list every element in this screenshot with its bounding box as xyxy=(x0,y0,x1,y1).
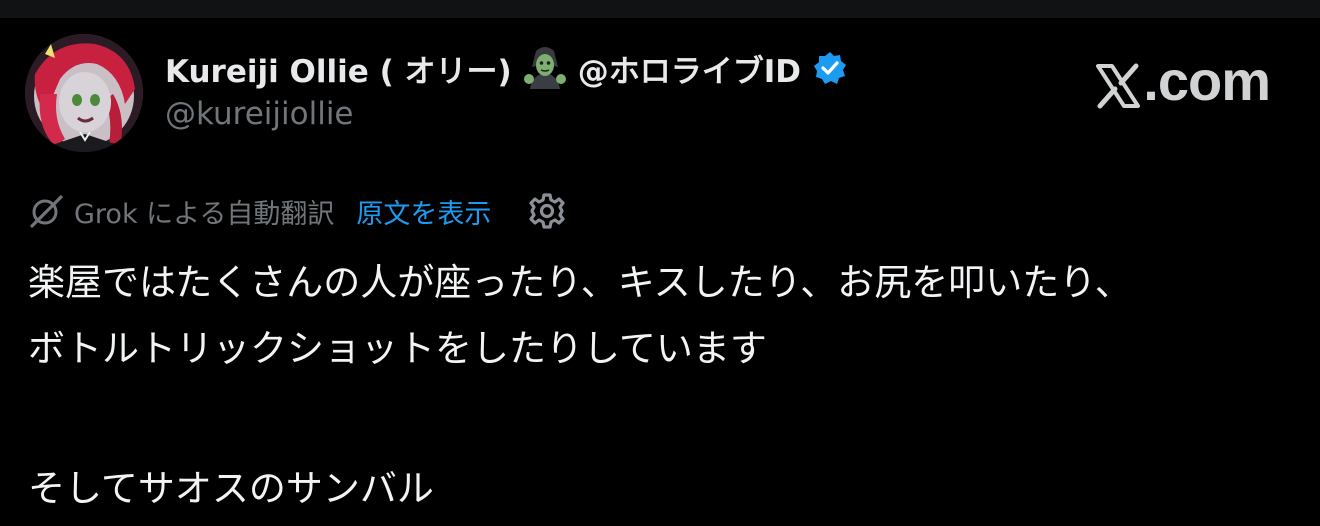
x-logo-icon xyxy=(1095,57,1141,109)
author-handle[interactable]: @kureijiollie xyxy=(165,96,354,132)
author-name-row[interactable]: Kureiji Ollie ( オリー) @ホロライブID xyxy=(165,44,847,92)
top-bar xyxy=(0,0,1320,18)
tweet-line: ボトルトリックショットをしたりしています xyxy=(28,327,767,370)
translation-label: Grok による自動翻訳 xyxy=(74,198,335,230)
tweet-line: そしてサオスのサンバル xyxy=(28,467,434,510)
gear-icon[interactable] xyxy=(527,191,567,231)
site-logo: .com xyxy=(1095,48,1271,112)
translation-bar: Grok による自動翻訳 原文を表示 xyxy=(28,190,567,232)
site-logo-text: .com xyxy=(1143,48,1271,112)
tweet-text: 楽屋ではたくさんの人が座ったり、キスしたり、お尻を叩いたり、 ボトルトリックショ… xyxy=(28,250,1298,522)
author-affiliation[interactable]: @ホロライブID xyxy=(578,46,801,91)
verified-badge-icon xyxy=(813,51,847,85)
grok-icon xyxy=(28,193,64,229)
tweet-line: 楽屋ではたくさんの人が座ったり、キスしたり、お尻を叩いたり、 xyxy=(28,261,1132,304)
show-original-link[interactable]: 原文を表示 xyxy=(356,192,491,231)
author-display-name[interactable]: Kureiji Ollie ( オリー) xyxy=(165,46,512,91)
zombie-emoji-icon xyxy=(522,45,568,91)
avatar[interactable] xyxy=(25,34,143,152)
